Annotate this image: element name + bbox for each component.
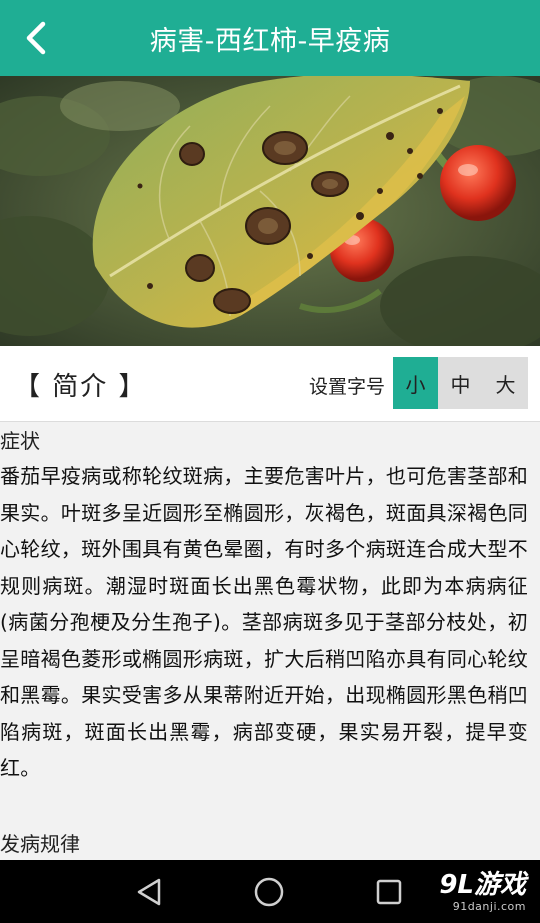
disease-photo bbox=[0, 76, 540, 346]
nav-recents-button[interactable] bbox=[354, 860, 424, 923]
watermark-main: 9L游戏 bbox=[439, 870, 526, 900]
symptoms-heading: 症状 bbox=[0, 429, 40, 453]
nav-back-button[interactable] bbox=[114, 860, 184, 923]
page-title: 病害-西红柿-早疫病 bbox=[149, 25, 391, 57]
symptoms-text: 番茄早疫病或称轮纹斑病，主要危害叶片，也可危害茎部和果实。叶斑多呈近圆形至椭圆形… bbox=[0, 464, 528, 780]
chevron-left-icon bbox=[26, 21, 46, 55]
article-content[interactable]: 症状 番茄早疫病或称轮纹斑病，主要危害叶片，也可危害茎部和果实。叶斑多呈近圆形至… bbox=[0, 422, 540, 860]
system-nav-bar: 9L游戏 91danji.com bbox=[0, 860, 540, 923]
circle-home-icon bbox=[254, 877, 284, 906]
font-size-label: 设置字号 bbox=[309, 376, 386, 398]
pattern-heading: 发病规律 bbox=[0, 831, 80, 856]
font-size-medium-button[interactable]: 中 bbox=[438, 357, 483, 409]
section-title: 【 简介 】 bbox=[14, 372, 147, 402]
app-screen: 病害-西红柿-早疫病 【 简介 】 设置字号 小 中 大 症状 番茄早疫病或称轮… bbox=[0, 0, 540, 923]
square-recents-icon bbox=[376, 879, 402, 904]
nav-home-button[interactable] bbox=[234, 860, 304, 923]
font-size-large-button[interactable]: 大 bbox=[483, 357, 528, 409]
font-size-small-button[interactable]: 小 bbox=[393, 357, 438, 409]
title-bar: 病害-西红柿-早疫病 bbox=[0, 0, 540, 76]
triangle-back-icon bbox=[137, 878, 161, 905]
watermark-sub: 91danji.com bbox=[452, 900, 526, 913]
watermark-logo: 9L游戏 91danji.com bbox=[439, 870, 526, 913]
back-button[interactable] bbox=[16, 18, 56, 58]
